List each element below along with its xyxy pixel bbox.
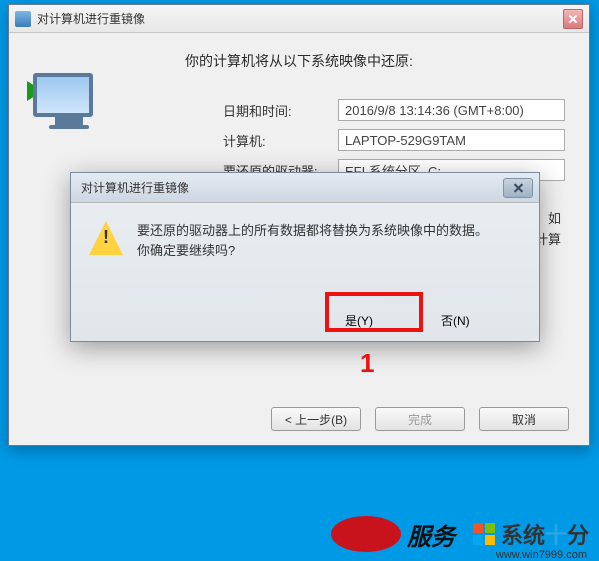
wizard-footer: < 上一步(B) 完成 取消 [271,407,569,431]
row-computer: 计算机: LAPTOP-529G9TAM [223,129,565,151]
red-bubble-icon [331,516,401,552]
page-heading: 你的计算机将从以下系统映像中还原: [33,51,565,71]
restore-monitor-icon [33,73,105,137]
no-button[interactable]: 否(N) [441,312,521,329]
brand-seg-3: 分 [567,523,589,548]
brand-seg-1: 系统 [501,523,545,548]
finish-button[interactable]: 完成 [375,407,465,431]
cancel-button[interactable]: 取消 [479,407,569,431]
dialog-body: 要还原的驱动器上的所有数据都将替换为系统映像中的数据。 你确定要继续吗? [71,203,539,260]
dialog-titlebar: 对计算机进行重镜像 [71,173,539,203]
dialog-text: 要还原的驱动器上的所有数据都将替换为系统映像中的数据。 你确定要继续吗? [137,221,488,260]
main-titlebar: 对计算机进行重镜像 [9,5,589,33]
row-datetime: 日期和时间: 2016/9/8 13:14:36 (GMT+8:00) [223,99,565,121]
annotation-number: 1 [360,348,374,379]
dialog-message-2: 你确定要继续吗? [137,241,488,261]
warning-icon [89,221,123,255]
label-computer: 计算机: [223,131,338,150]
system-logo: 系统十分 [473,518,589,550]
dialog-title: 对计算机进行重镜像 [81,179,189,196]
close-icon[interactable] [563,9,583,29]
dialog-close-icon[interactable] [503,178,533,198]
main-title: 对计算机进行重镜像 [37,10,145,27]
app-icon [15,11,31,27]
value-computer: LAPTOP-529G9TAM [338,129,565,151]
back-button[interactable]: < 上一步(B) [271,407,361,431]
watermark-url: www.win7999.com [496,549,587,561]
system-brand-text: 系统十分 [501,518,589,550]
label-datetime: 日期和时间: [223,101,338,120]
fuwu-logo: 服务 [331,516,455,552]
yes-button[interactable]: 是(Y) [345,312,425,329]
dialog-footer: 是(Y) 否(N) [345,312,521,329]
brand-seg-2: 十 [545,523,567,548]
microsoft-icon [473,523,495,545]
fuwu-text: 服务 [407,517,455,552]
dialog-message-1: 要还原的驱动器上的所有数据都将替换为系统映像中的数据。 [137,221,488,241]
value-datetime: 2016/9/8 13:14:36 (GMT+8:00) [338,99,565,121]
confirm-dialog: 对计算机进行重镜像 要还原的驱动器上的所有数据都将替换为系统映像中的数据。 你确… [70,172,540,342]
